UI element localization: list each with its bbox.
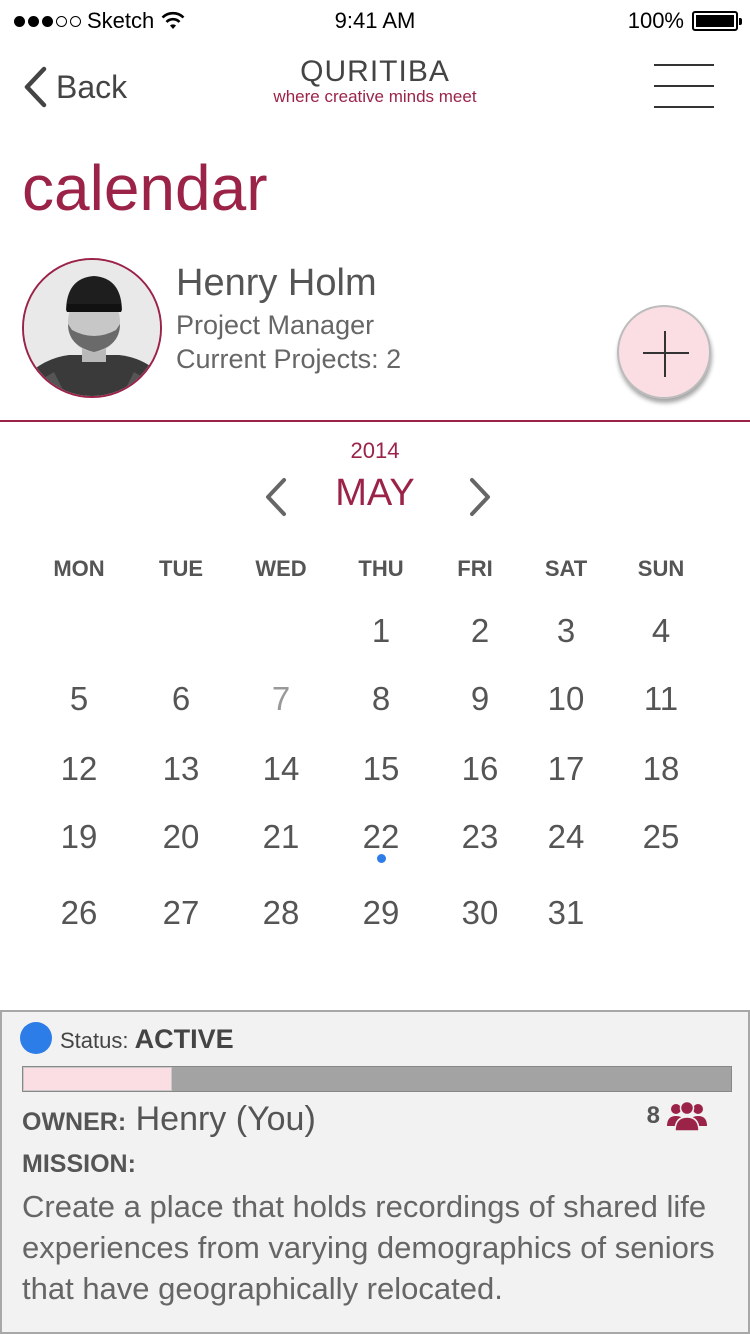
member-count: 8	[646, 1102, 660, 1129]
calendar-day[interactable]: 25	[616, 818, 706, 856]
calendar-day[interactable]: 3	[521, 612, 611, 650]
brand-tagline: where creative minds meet	[273, 87, 477, 106]
weekday-label: FRI	[457, 556, 493, 581]
mission-label: MISSION:	[22, 1150, 136, 1178]
calendar-day[interactable]: 17	[521, 750, 611, 788]
calendar-month: MAY	[335, 472, 415, 514]
calendar-day[interactable]: 16	[435, 750, 525, 788]
calendar-day[interactable]: 24	[521, 818, 611, 856]
calendar-year: 2014	[350, 438, 400, 463]
battery-percent: 100%	[627, 8, 684, 33]
calendar-day[interactable]: 1	[336, 612, 426, 650]
hamburger-menu-icon[interactable]	[654, 64, 714, 110]
calendar-day[interactable]: 8	[336, 680, 426, 718]
calendar-day[interactable]: 7	[236, 680, 326, 718]
status-value: ACTIVE	[134, 1024, 234, 1054]
weekday-label: SAT	[544, 556, 588, 581]
calendar-day[interactable]: 10	[521, 680, 611, 718]
battery-icon	[692, 11, 742, 31]
brand-name: QURITIBA	[300, 55, 450, 88]
page-title: calendar	[22, 152, 268, 224]
calendar-day[interactable]: 13	[136, 750, 226, 788]
nav-bar: Back QURITIBA where creative minds meet	[0, 40, 750, 130]
profile-project-count: Current Projects: 2	[176, 344, 402, 374]
group-icon	[667, 1100, 707, 1132]
mission-text: Create a place that holds recordings of …	[22, 1189, 715, 1306]
calendar-day[interactable]: 23	[435, 818, 525, 856]
progress-fill	[23, 1067, 172, 1091]
calendar-day[interactable]: 30	[435, 894, 525, 932]
weekday-label: TUE	[159, 556, 203, 581]
status-line: Status: ACTIVE	[60, 1024, 234, 1055]
progress-bar	[22, 1066, 732, 1092]
add-event-button[interactable]	[617, 305, 711, 399]
weekday-label: SUN	[637, 556, 685, 581]
calendar-day[interactable]: 26	[34, 894, 124, 932]
calendar-day[interactable]: 28	[236, 894, 326, 932]
calendar-day[interactable]: 18	[616, 750, 706, 788]
owner-line: OWNER: Henry (You)	[22, 1100, 316, 1139]
calendar-day[interactable]: 12	[34, 750, 124, 788]
calendar-day[interactable]: 4	[616, 612, 706, 650]
battery-status: 100%	[627, 8, 742, 34]
team-members[interactable]: 8	[647, 1100, 708, 1132]
status-indicator-icon	[20, 1022, 52, 1054]
calendar-day[interactable]: 22	[336, 818, 426, 856]
status-bar: Sketch 9:41 AM 100%	[0, 0, 750, 40]
owner-label: OWNER:	[22, 1108, 127, 1136]
chevron-right-icon	[470, 478, 490, 516]
calendar-day[interactable]: 20	[136, 818, 226, 856]
weekday-label: WED	[255, 556, 307, 581]
profile-role: Project Manager	[176, 310, 375, 340]
next-month-button[interactable]	[460, 476, 500, 518]
calendar-day[interactable]: 9	[435, 680, 525, 718]
calendar-day[interactable]: 11	[616, 680, 706, 718]
profile-name: Henry Holm	[176, 262, 377, 304]
calendar-day[interactable]: 31	[521, 894, 611, 932]
project-panel: Status: ACTIVE OWNER: Henry (You) 8 MISS…	[0, 1010, 750, 1334]
calendar-day[interactable]: 19	[34, 818, 124, 856]
calendar-day[interactable]: 6	[136, 680, 226, 718]
calendar-day[interactable]: 14	[236, 750, 326, 788]
weekday-label: MON	[53, 556, 105, 581]
brand-logo: QURITIBA where creative minds meet	[0, 56, 750, 106]
calendar-day[interactable]: 21	[236, 818, 326, 856]
calendar-day[interactable]: 2	[435, 612, 525, 650]
weekday-header: MON TUE WED THU FRI SAT SUN	[0, 556, 750, 586]
user-photo-icon	[24, 260, 160, 396]
calendar-day[interactable]: 27	[136, 894, 226, 932]
owner-value: Henry (You)	[135, 1100, 316, 1138]
calendar-day[interactable]: 5	[34, 680, 124, 718]
status-label: Status:	[60, 1028, 129, 1053]
weekday-label: THU	[358, 556, 404, 581]
calendar-day[interactable]: 29	[336, 894, 426, 932]
calendar-day[interactable]: 15	[336, 750, 426, 788]
avatar[interactable]	[22, 258, 162, 398]
divider	[0, 420, 750, 422]
